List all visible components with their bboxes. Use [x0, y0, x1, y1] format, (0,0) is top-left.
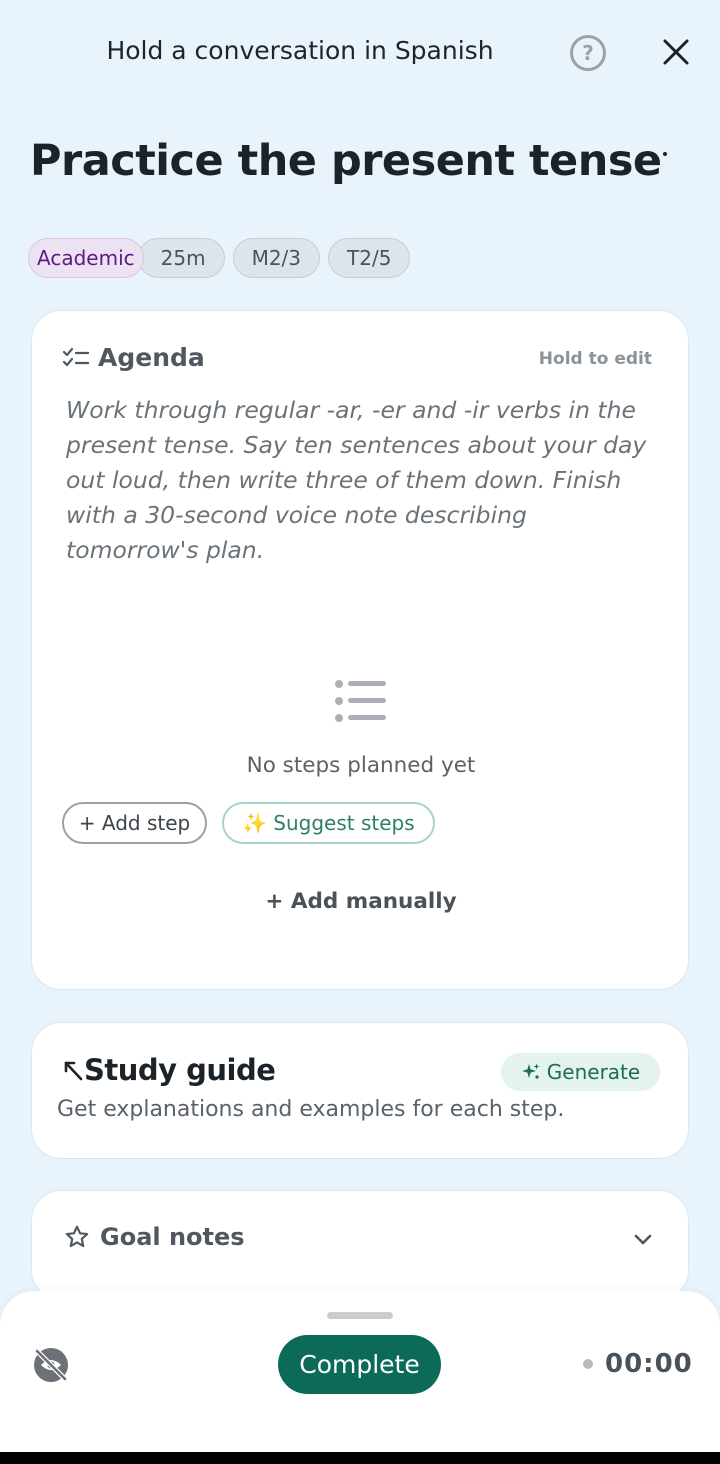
agenda-label: Agenda	[98, 343, 205, 372]
status-dot	[663, 152, 667, 156]
checklist-icon	[62, 347, 90, 366]
add-manually-button[interactable]: + Add manually	[32, 889, 690, 914]
goal-notes-header: Goal notes	[64, 1223, 245, 1251]
chip-task[interactable]: T2/5	[328, 238, 411, 278]
page-title: Practice the present tense	[30, 136, 662, 186]
tag-chips: Academic 25m M2/3 T2/5	[28, 238, 418, 278]
arrow-up-left-icon	[64, 1061, 83, 1081]
chip-milestone[interactable]: M2/3	[232, 238, 321, 278]
bottom-sheet: Complete 00:00	[0, 1291, 720, 1464]
goal-notes-card[interactable]: Goal notes	[31, 1190, 689, 1300]
complete-button[interactable]: Complete	[278, 1335, 441, 1394]
goal-title: Hold a conversation in Spanish	[106, 36, 494, 65]
hold-to-edit-hint: Hold to edit	[538, 349, 652, 369]
eye-off-icon[interactable]	[32, 1346, 70, 1384]
generate-label: Generate	[546, 1060, 641, 1084]
chip-category[interactable]: Academic	[28, 238, 144, 278]
close-icon[interactable]	[658, 34, 694, 70]
drag-handle[interactable]	[327, 1312, 393, 1319]
empty-steps-text: No steps planned yet	[246, 753, 476, 778]
study-guide-subtitle: Get explanations and examples for each s…	[57, 1097, 565, 1122]
sparkles-icon	[521, 1063, 540, 1079]
study-guide-header: Study guide	[62, 1053, 276, 1087]
agenda-description[interactable]: Work through regular -ar, -er and -ir ve…	[66, 393, 666, 568]
star-icon	[65, 1225, 89, 1248]
generate-button[interactable]: Generate	[501, 1053, 660, 1091]
system-nav-bar	[0, 1452, 720, 1464]
timer-status-dot	[583, 1359, 593, 1369]
list-icon	[335, 680, 386, 722]
agenda-card[interactable]: Agenda Hold to edit Work through regular…	[31, 310, 689, 990]
study-guide-label: Study guide	[84, 1053, 276, 1087]
suggest-steps-button[interactable]: ✨ Suggest steps	[222, 802, 435, 844]
help-icon[interactable]: ?	[570, 35, 606, 71]
chevron-down-icon[interactable]	[632, 1229, 654, 1249]
study-guide-card[interactable]: Study guide Get explanations and example…	[31, 1022, 689, 1159]
suggest-steps-label: Suggest steps	[273, 811, 415, 835]
chip-duration[interactable]: 25m	[137, 238, 225, 278]
top-bar: Hold a conversation in Spanish ?	[0, 0, 720, 110]
sparkle-icon: ✨	[242, 811, 268, 835]
agenda-header: Agenda	[62, 343, 205, 372]
timer-value: 00:00	[605, 1349, 693, 1379]
timer[interactable]: 00:00	[583, 1349, 693, 1379]
goal-notes-label: Goal notes	[100, 1223, 245, 1251]
add-step-button[interactable]: + Add step	[62, 802, 207, 844]
